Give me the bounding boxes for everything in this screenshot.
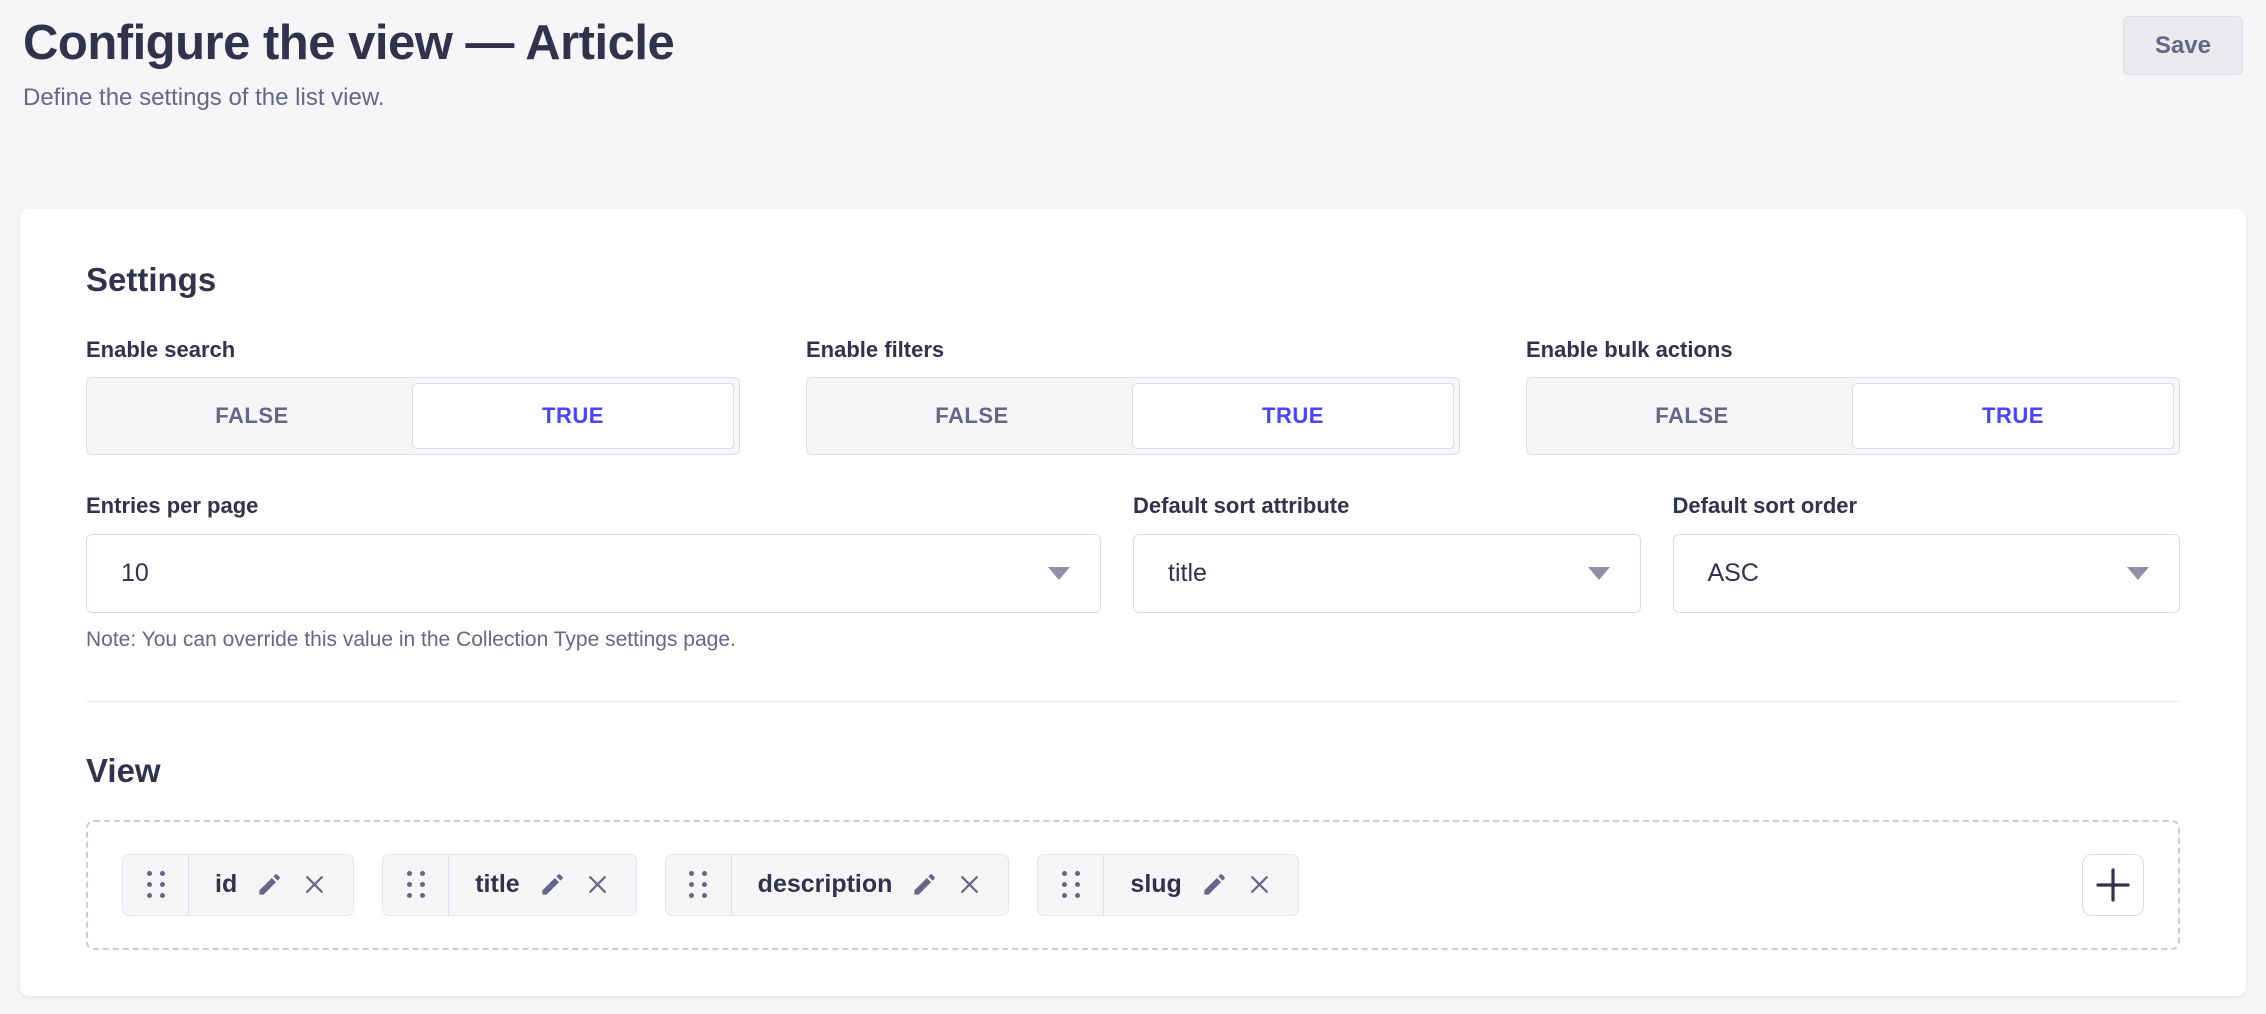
configure-view-page: Configure the view — Article Define the … xyxy=(0,0,2266,996)
enable-bulk-actions-true-option[interactable]: TRUE xyxy=(1852,383,2174,449)
selects-row: Entries per page 10 Note: You can overri… xyxy=(86,493,2180,653)
chip-body: title xyxy=(449,855,635,915)
page-header-text: Configure the view — Article Define the … xyxy=(23,16,674,113)
field-chip-label: id xyxy=(215,870,237,899)
default-sort-attribute-label: Default sort attribute xyxy=(1133,493,1641,519)
enable-filters-false-option[interactable]: FALSE xyxy=(812,383,1132,449)
close-icon[interactable] xyxy=(1247,872,1272,897)
entries-per-page-value: 10 xyxy=(121,559,149,588)
view-field-chip-title[interactable]: title xyxy=(382,854,636,916)
enable-filters-toggle[interactable]: FALSE TRUE xyxy=(806,377,1460,455)
view-field-chip-id[interactable]: id xyxy=(122,854,354,916)
chevron-down-icon xyxy=(1048,567,1070,580)
field-chip-label: slug xyxy=(1130,870,1181,899)
toggles-row: Enable search FALSE TRUE Enable filters … xyxy=(86,337,2180,455)
chip-body: description xyxy=(732,855,1009,915)
chevron-down-icon xyxy=(2127,567,2149,580)
default-sort-attribute-value: title xyxy=(1168,559,1207,588)
enable-bulk-actions-label: Enable bulk actions xyxy=(1526,337,2180,363)
field-entries-per-page: Entries per page 10 Note: You can overri… xyxy=(86,493,1101,653)
drag-handle-icon[interactable] xyxy=(123,855,189,915)
field-enable-search: Enable search FALSE TRUE xyxy=(86,337,740,455)
settings-section-title: Settings xyxy=(86,261,2180,299)
save-button[interactable]: Save xyxy=(2123,16,2243,75)
drag-dots xyxy=(689,871,707,898)
drag-dots xyxy=(407,871,425,898)
close-icon[interactable] xyxy=(585,872,610,897)
enable-search-false-option[interactable]: FALSE xyxy=(92,383,412,449)
page-title: Configure the view — Article xyxy=(23,16,674,71)
field-default-sort-attribute: Default sort attribute title xyxy=(1133,493,1641,653)
drag-handle-icon[interactable] xyxy=(666,855,732,915)
edit-pencil-icon[interactable] xyxy=(911,871,938,898)
default-sort-order-select[interactable]: ASC xyxy=(1673,534,2181,613)
add-field-button[interactable] xyxy=(2082,854,2144,916)
page-subtitle: Define the settings of the list view. xyxy=(23,83,674,113)
default-sort-order-value: ASC xyxy=(1708,559,1759,588)
close-icon[interactable] xyxy=(957,872,982,897)
view-field-chip-description[interactable]: description xyxy=(665,854,1010,916)
chip-body: slug xyxy=(1104,855,1297,915)
enable-filters-true-option[interactable]: TRUE xyxy=(1132,383,1454,449)
drag-dots xyxy=(1062,871,1080,898)
enable-filters-label: Enable filters xyxy=(806,337,1460,363)
entries-per-page-label: Entries per page xyxy=(86,493,1101,519)
entries-per-page-select[interactable]: 10 xyxy=(86,534,1101,613)
enable-search-true-option[interactable]: TRUE xyxy=(412,383,734,449)
drag-handle-icon[interactable] xyxy=(383,855,449,915)
default-sort-attribute-select[interactable]: title xyxy=(1133,534,1641,613)
enable-bulk-actions-toggle[interactable]: FALSE TRUE xyxy=(1526,377,2180,455)
view-field-chip-slug[interactable]: slug xyxy=(1037,854,1298,916)
page-header: Configure the view — Article Define the … xyxy=(0,0,2266,113)
plus-icon xyxy=(2094,866,2132,904)
view-section-title: View xyxy=(86,752,2180,790)
edit-pencil-icon[interactable] xyxy=(539,871,566,898)
field-chip-label: description xyxy=(758,870,893,899)
view-fields-list: id title xyxy=(122,854,1299,916)
entries-per-page-note: Note: You can override this value in the… xyxy=(86,626,1101,653)
edit-pencil-icon[interactable] xyxy=(256,871,283,898)
drag-dots xyxy=(147,871,165,898)
enable-search-label: Enable search xyxy=(86,337,740,363)
view-fields-drop-zone: id title xyxy=(86,820,2180,950)
settings-card: Settings Enable search FALSE TRUE Enable… xyxy=(20,209,2246,996)
chip-body: id xyxy=(189,855,353,915)
enable-bulk-actions-false-option[interactable]: FALSE xyxy=(1532,383,1852,449)
drag-handle-icon[interactable] xyxy=(1038,855,1104,915)
default-sort-order-label: Default sort order xyxy=(1673,493,2181,519)
section-divider xyxy=(86,701,2180,702)
field-enable-bulk-actions: Enable bulk actions FALSE TRUE xyxy=(1526,337,2180,455)
field-chip-label: title xyxy=(475,870,519,899)
field-enable-filters: Enable filters FALSE TRUE xyxy=(806,337,1460,455)
edit-pencil-icon[interactable] xyxy=(1201,871,1228,898)
chevron-down-icon xyxy=(1588,567,1610,580)
enable-search-toggle[interactable]: FALSE TRUE xyxy=(86,377,740,455)
close-icon[interactable] xyxy=(302,872,327,897)
field-default-sort-order: Default sort order ASC xyxy=(1673,493,2181,653)
